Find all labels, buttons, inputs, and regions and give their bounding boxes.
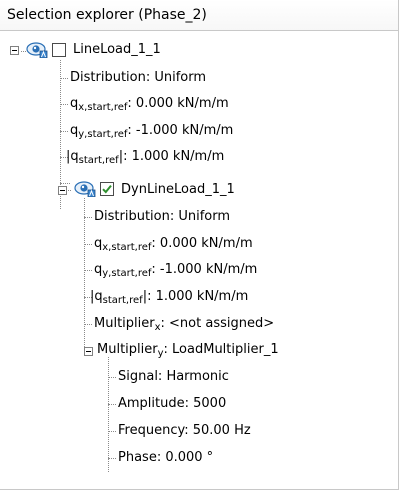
- qabs-prefix: |q: [90, 289, 103, 304]
- tree-line: [60, 131, 68, 132]
- multiplier-x-symbol: Multiplier: [94, 316, 155, 331]
- tree-line: [84, 324, 92, 325]
- qx-subscript: x,start,ref: [78, 102, 128, 113]
- qx-value: : 0.000 kN/m/m: [127, 96, 229, 111]
- panel-title-bar: Selection explorer (Phase_2): [0, 0, 398, 31]
- tree-line: [84, 244, 92, 245]
- multiplier-x: Multiplierx: <not assigned>: [94, 316, 275, 333]
- dynlineload-checkbox[interactable]: [100, 182, 114, 196]
- tree-line: [60, 78, 68, 79]
- selection-explorer-panel: Selection explorer (Phase_2) LineLoad_1_…: [0, 0, 399, 490]
- tree-line: [84, 270, 92, 271]
- multiplier-x-value: : <not assigned>: [160, 316, 275, 331]
- lineload-checkbox[interactable]: [52, 43, 66, 57]
- dynlineload-name[interactable]: DynLineLoad_1_1: [121, 182, 235, 198]
- multiplier-signal: Signal: Harmonic: [118, 369, 229, 384]
- qabs-subscript: start,ref: [78, 155, 119, 166]
- lineload-qabs: |qstart,ref|: 1.000 kN/m/m: [66, 149, 225, 166]
- visibility-eye-icon[interactable]: [26, 42, 48, 59]
- multiplier-phase: Phase: 0.000 °: [118, 450, 214, 465]
- qabs-value: |: 1.000 kN/m/m: [142, 289, 249, 304]
- selection-tree[interactable]: LineLoad_1_1 Distribution: Uniform qx,st…: [0, 31, 398, 489]
- panel-title: Selection explorer (Phase_2): [7, 7, 207, 23]
- collapse-toggle[interactable]: [10, 46, 19, 55]
- dynlineload-distribution: Distribution: Uniform: [94, 209, 231, 224]
- qabs-subscript: start,ref: [102, 295, 143, 306]
- collapse-toggle[interactable]: [84, 347, 93, 356]
- tree-line: [108, 458, 116, 459]
- qabs-prefix: |q: [66, 149, 79, 164]
- lineload-qx: qx,start,ref: 0.000 kN/m/m: [70, 96, 229, 113]
- dynlineload-qabs: |qstart,ref|: 1.000 kN/m/m: [90, 289, 249, 306]
- tree-line: [60, 183, 70, 184]
- tree-line: [108, 377, 116, 378]
- tree-line: [84, 198, 85, 353]
- lineload-distribution: Distribution: Uniform: [70, 70, 207, 85]
- checkmark-icon: [102, 184, 112, 194]
- tree-line: [108, 357, 109, 472]
- lineload-qy: qy,start,ref: -1.000 kN/m/m: [70, 123, 234, 140]
- tree-line: [108, 404, 116, 405]
- multiplier-amplitude: Amplitude: 5000: [118, 396, 227, 411]
- qy-subscript: y,start,ref: [78, 129, 128, 140]
- tree-line: [108, 431, 116, 432]
- qy-value: : -1.000 kN/m/m: [127, 123, 234, 138]
- qy-value: : -1.000 kN/m/m: [151, 262, 258, 277]
- tree-line: [60, 104, 68, 105]
- qx-subscript: x,start,ref: [102, 242, 152, 253]
- multiplier-y[interactable]: Multipliery: LoadMultiplier_1: [97, 342, 279, 359]
- visibility-eye-icon[interactable]: [74, 181, 96, 198]
- dynlineload-qy: qy,start,ref: -1.000 kN/m/m: [94, 262, 258, 279]
- qy-subscript: y,start,ref: [102, 268, 152, 279]
- qx-value: : 0.000 kN/m/m: [151, 236, 253, 251]
- tree-line: [84, 217, 92, 218]
- lineload-name[interactable]: LineLoad_1_1: [73, 42, 161, 58]
- collapse-toggle[interactable]: [58, 186, 67, 195]
- qabs-value: |: 1.000 kN/m/m: [118, 149, 225, 164]
- dynlineload-qx: qx,start,ref: 0.000 kN/m/m: [94, 236, 253, 253]
- multiplier-y-value: : LoadMultiplier_1: [163, 342, 279, 357]
- multiplier-frequency: Frequency: 50.00 Hz: [118, 423, 251, 438]
- multiplier-y-symbol: Multiplier: [97, 342, 158, 357]
